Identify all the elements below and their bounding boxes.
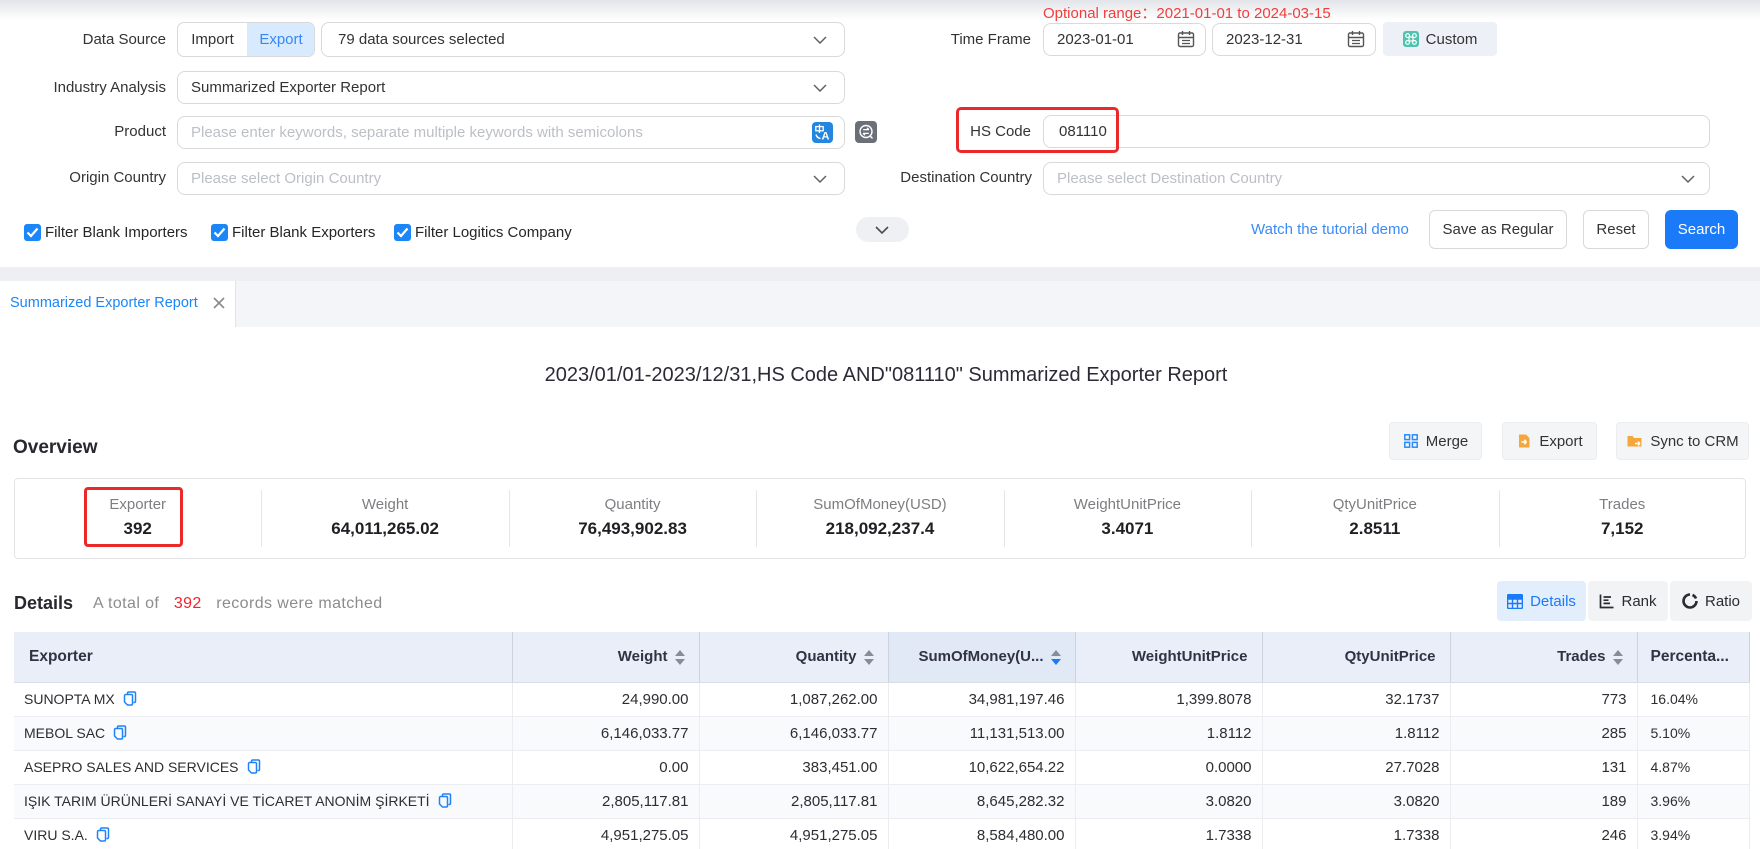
svg-text:A: A <box>822 131 830 143</box>
